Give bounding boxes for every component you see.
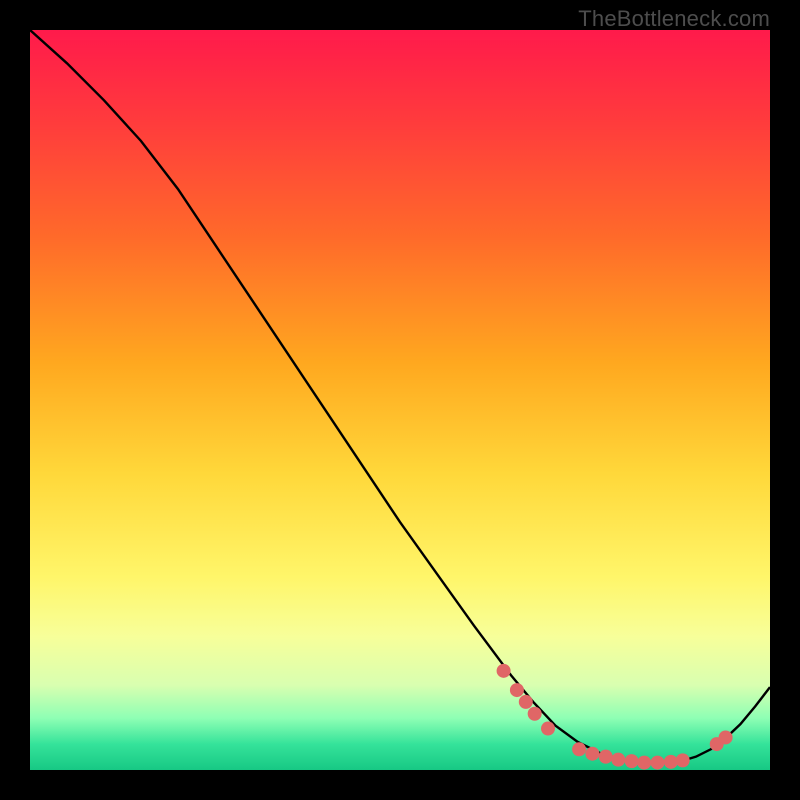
marker-point — [651, 756, 665, 770]
marker-point — [719, 730, 733, 744]
marker-point — [585, 747, 599, 761]
marker-point — [664, 755, 678, 769]
watermark-text: TheBottleneck.com — [578, 6, 770, 32]
marker-point — [497, 664, 511, 678]
marker-point — [599, 750, 613, 764]
marker-point — [528, 707, 542, 721]
marker-point — [611, 753, 625, 767]
marker-point — [572, 742, 586, 756]
marker-point — [510, 683, 524, 697]
marker-point — [541, 722, 555, 736]
marker-point — [637, 756, 651, 770]
marker-point — [676, 753, 690, 767]
chart-frame: TheBottleneck.com — [0, 0, 800, 800]
bottleneck-chart — [30, 30, 770, 770]
marker-point — [519, 695, 533, 709]
marker-point — [625, 754, 639, 768]
